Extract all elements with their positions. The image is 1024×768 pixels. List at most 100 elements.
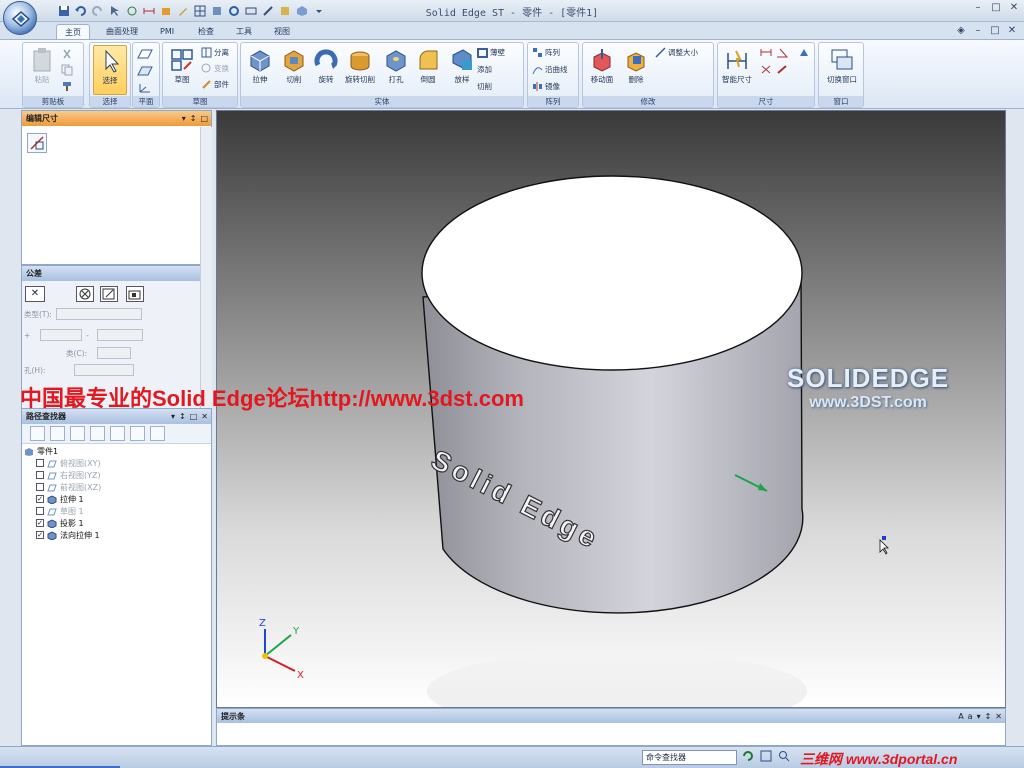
tree-item[interactable]: 前视图(XZ) [24, 481, 210, 493]
hole-button[interactable]: 打孔 [379, 45, 413, 95]
distance-dim-icon[interactable] [760, 46, 772, 59]
handle-point[interactable] [882, 536, 886, 540]
format-tolerance-icon[interactable] [126, 286, 144, 302]
filter-icon[interactable] [110, 426, 125, 441]
relations-icon[interactable] [130, 426, 145, 441]
offset-plane-icon[interactable] [137, 64, 153, 77]
font-decrease-icon[interactable]: a [968, 709, 973, 724]
format-painter-icon[interactable] [61, 79, 73, 92]
revolve-cut-button[interactable]: 旋转切削 [343, 45, 377, 95]
clear-button[interactable]: ✕ [25, 286, 45, 302]
panel-close-icon[interactable]: ✕ [995, 709, 1002, 724]
settings-icon[interactable] [150, 426, 165, 441]
split-button[interactable]: 分离 [201, 46, 229, 59]
coordinate-dim-icon[interactable] [760, 63, 772, 76]
help-icon[interactable]: ◈ [955, 25, 967, 37]
cylinder-top-face[interactable] [421, 175, 803, 371]
pattern-button[interactable]: 阵列 [532, 46, 560, 59]
parts-icon[interactable] [70, 426, 85, 441]
panel-scrollbar[interactable] [200, 127, 212, 410]
tree-item[interactable]: 草图 1 [24, 505, 210, 517]
annotation-icon[interactable] [798, 46, 810, 59]
zoom-area-icon[interactable] [760, 750, 772, 765]
cancel-circle-icon[interactable] [76, 286, 94, 302]
relation-icon[interactable] [776, 63, 788, 76]
visibility-checkbox[interactable] [36, 483, 44, 491]
cut-icon[interactable] [61, 47, 73, 60]
transform-button[interactable]: 变换 [201, 62, 229, 75]
class-field[interactable] [97, 347, 132, 359]
round-button[interactable]: 倒圆 [411, 45, 445, 95]
tab-home[interactable]: 主页 [56, 24, 90, 40]
sketch-button[interactable]: 草图 [165, 45, 199, 95]
pin-icon[interactable]: ↕ [190, 111, 197, 126]
resize-icon [655, 47, 666, 58]
thin-wall-button[interactable]: 薄壁 [477, 46, 505, 59]
tree-item[interactable]: ✓ 投影 1 [24, 517, 210, 529]
panel-close-icon[interactable]: □ [200, 111, 208, 126]
doc-close-button[interactable]: ✕ [1006, 25, 1018, 37]
maximize-button[interactable]: □ [990, 2, 1002, 14]
sketches-icon[interactable] [90, 426, 105, 441]
panel-menu-icon[interactable]: ▾ [977, 709, 981, 724]
dimension-edit-icon[interactable] [27, 133, 47, 153]
close-button[interactable]: ✕ [1008, 2, 1020, 14]
tree-item[interactable]: ✓ 法向拉伸 1 [24, 529, 210, 541]
add-button[interactable]: 添加 [477, 63, 492, 76]
paste-button[interactable]: 粘贴 [25, 45, 59, 95]
tab-tools[interactable]: 工具 [228, 24, 260, 40]
tab-inspect[interactable]: 检查 [190, 24, 222, 40]
lower-tolerance-select[interactable] [97, 329, 144, 341]
visibility-checkbox[interactable] [36, 459, 44, 467]
revolve-button[interactable]: 旋转 [309, 45, 343, 95]
upper-tolerance-select[interactable] [40, 329, 83, 341]
move-face-button[interactable]: 移动面 [585, 45, 619, 95]
visibility-checkbox[interactable]: ✓ [36, 495, 44, 503]
loft-button[interactable]: 放样 [445, 45, 479, 95]
pin-icon[interactable]: ↕ [985, 709, 992, 724]
command-finder-input[interactable]: 命令查找器 [642, 750, 737, 765]
layers-icon[interactable] [50, 426, 65, 441]
panel-menu-icon[interactable]: ▾ [182, 111, 186, 126]
tab-view[interactable]: 视图 [266, 24, 298, 40]
angle-dim-icon[interactable] [776, 46, 788, 59]
cut-button[interactable]: 切削 [277, 45, 311, 95]
plane-icon [47, 484, 57, 491]
part-button[interactable]: 部件 [201, 78, 229, 91]
font-increase-icon[interactable]: A [958, 709, 963, 724]
tree-root[interactable]: 零件1 [24, 445, 210, 457]
refresh-icon[interactable] [742, 750, 754, 765]
coordinate-system-icon[interactable] [137, 81, 153, 94]
copy-icon[interactable] [61, 63, 73, 76]
cut-dropdown-button[interactable]: 切削 [477, 80, 492, 93]
resize-button[interactable]: 调整大小 [655, 46, 698, 59]
plane-icon[interactable] [137, 47, 153, 60]
feature-tree-icon[interactable] [30, 426, 45, 441]
visibility-checkbox[interactable] [36, 471, 44, 479]
left-dock-strip [0, 110, 21, 746]
smart-dimension-button[interactable]: 智能尺寸 [720, 45, 754, 95]
tab-pmi[interactable]: PMI [152, 24, 182, 40]
extrude-button[interactable]: 拉伸 [243, 45, 277, 95]
along-curve-button[interactable]: 沿曲线 [532, 63, 568, 76]
edit-tolerance-icon[interactable] [100, 286, 118, 302]
zoom-icon[interactable] [778, 750, 790, 765]
tree-item[interactable]: 俯视图(XY) [24, 457, 210, 469]
doc-minimize-button[interactable]: – [972, 25, 984, 37]
application-button[interactable] [3, 1, 37, 35]
minimize-button[interactable]: – [972, 2, 984, 14]
tree-item[interactable]: 右视图(YZ) [24, 469, 210, 481]
status-bar: 命令查找器 三维网 www.3dportal.cn [0, 746, 1024, 768]
delete-button[interactable]: 删除 [619, 45, 653, 95]
doc-restore-button[interactable]: □ [989, 25, 1001, 37]
visibility-checkbox[interactable]: ✓ [36, 519, 44, 527]
visibility-checkbox[interactable] [36, 507, 44, 515]
tree-item[interactable]: ✓ 拉伸 1 [24, 493, 210, 505]
mirror-button[interactable]: 镜像 [532, 80, 560, 93]
switch-window-button[interactable]: 切换窗口 [825, 45, 859, 95]
tab-surfacing[interactable]: 曲面处理 [98, 24, 146, 40]
hole-select[interactable] [73, 364, 134, 376]
select-button[interactable]: 选择 [93, 45, 127, 95]
visibility-checkbox[interactable]: ✓ [36, 531, 44, 539]
type-select[interactable] [55, 308, 142, 320]
